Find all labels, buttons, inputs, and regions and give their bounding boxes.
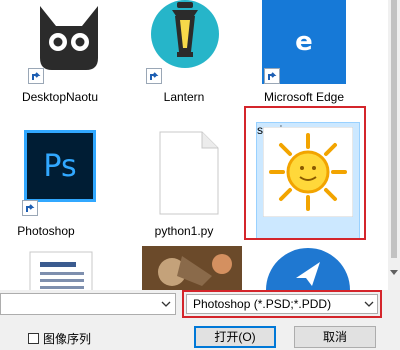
file-name: python1.py — [154, 224, 214, 238]
file-name: Photoshop — [17, 224, 75, 238]
scroll-down-arrow-icon[interactable] — [388, 266, 400, 280]
file-item-desktopnaotu[interactable]: DesktopNaotu — [0, 0, 120, 108]
game-image-thumbnail — [142, 246, 242, 290]
file-type-highlight-box: Photoshop (*.PSD;*.PDD) — [182, 290, 382, 318]
blue-app-icon — [266, 248, 350, 290]
cancel-button[interactable]: 取消 — [294, 326, 376, 348]
shortcut-arrow-icon — [146, 68, 162, 84]
file-name: Microsoft Edge — [263, 90, 345, 104]
checkbox-box[interactable] — [28, 332, 39, 344]
scrollbar-thumb[interactable] — [391, 0, 397, 258]
text-document-icon — [29, 251, 93, 290]
file-item-python1[interactable]: python1.py — [132, 124, 252, 240]
image-sequence-label: 图像序列 — [43, 331, 92, 346]
file-grid: DesktopNaotu Lantern e Microsoft Edge Ps — [0, 0, 388, 290]
chevron-down-icon[interactable] — [157, 294, 175, 314]
file-type-value: Photoshop (*.PSD;*.PDD) — [193, 297, 332, 311]
desktopnaotu-app-icon — [40, 6, 98, 70]
image-sequence-checkbox[interactable]: 图像序列 — [28, 330, 91, 346]
file-item-microsoft-edge[interactable]: e Microsoft Edge — [258, 0, 378, 108]
lantern-app-icon — [151, 0, 219, 68]
file-item-blue-app[interactable] — [258, 246, 378, 290]
selection-highlight-box — [244, 106, 366, 240]
file-type-select[interactable]: Photoshop (*.PSD;*.PDD) — [186, 294, 378, 314]
file-item-lantern[interactable]: Lantern — [132, 0, 252, 108]
file-item-document[interactable] — [0, 246, 120, 290]
photoshop-app-icon: Ps — [24, 130, 96, 202]
filename-combobox[interactable] — [0, 293, 176, 315]
file-item-game-image[interactable] — [132, 246, 252, 290]
file-name: Lantern — [163, 90, 205, 104]
file-item-photoshop[interactable]: Ps Photoshop — [0, 124, 120, 240]
chevron-down-icon[interactable] — [361, 295, 377, 313]
dialog-bottom-panel: Photoshop (*.PSD;*.PDD) 图像序列 打开(O) 取消 — [0, 290, 400, 350]
shortcut-arrow-icon — [22, 200, 38, 216]
shortcut-arrow-icon — [28, 68, 44, 84]
shortcut-arrow-icon — [264, 68, 280, 84]
vertical-scrollbar[interactable] — [388, 0, 400, 290]
document-file-icon — [159, 131, 219, 215]
open-button[interactable]: 打开(O) — [194, 326, 276, 348]
file-name: DesktopNaotu — [21, 90, 99, 104]
